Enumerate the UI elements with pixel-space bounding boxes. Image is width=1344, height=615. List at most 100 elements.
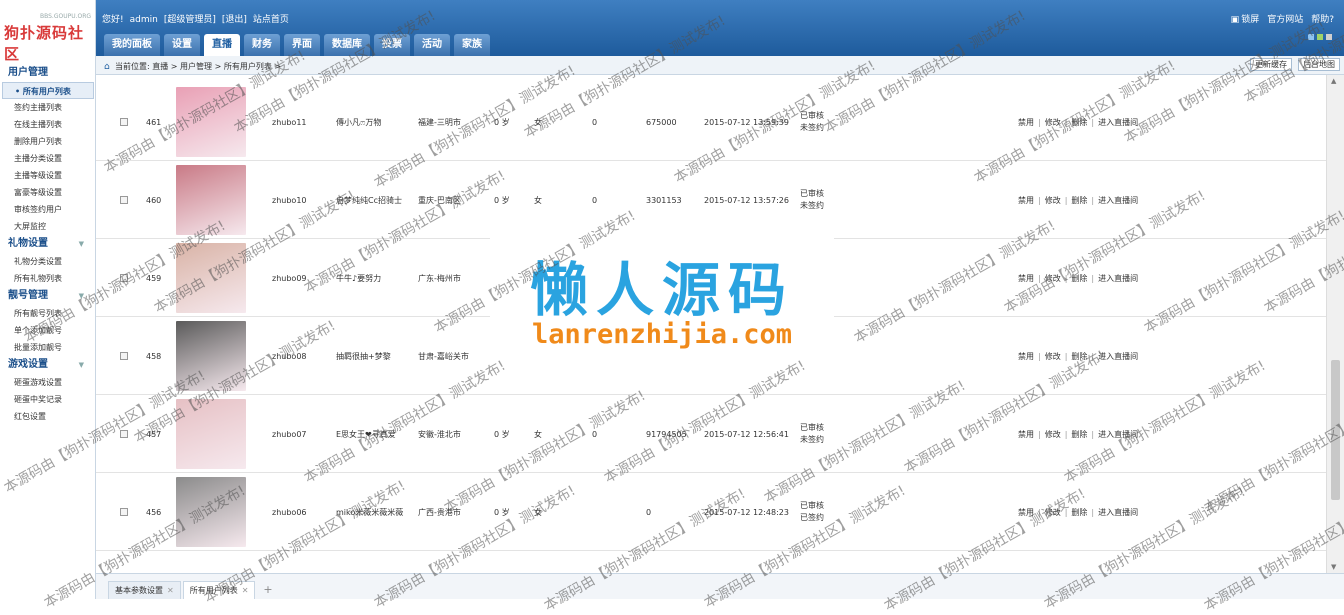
tab-vote[interactable]: 投票: [374, 34, 410, 56]
tab-database[interactable]: 数据库: [324, 34, 370, 56]
sidebar-item-gift-category[interactable]: 礼物分类设置: [0, 253, 96, 270]
edit-button[interactable]: 修改: [1045, 117, 1061, 128]
sidebar-item-all-users[interactable]: • 所有用户列表: [2, 82, 94, 99]
sidebar-item-rich-level[interactable]: 富豪等级设置: [0, 184, 96, 201]
vertical-scrollbar[interactable]: ▲ ▼: [1326, 75, 1344, 573]
lock-screen-link[interactable]: 锁屏: [1241, 15, 1259, 25]
official-site-link[interactable]: 官方网站: [1267, 15, 1303, 25]
separator: |: [1064, 351, 1068, 361]
logout-link[interactable]: [退出]: [222, 15, 247, 25]
tab-activity[interactable]: 活动: [414, 34, 450, 56]
sidebar-item-signed-anchors[interactable]: 签约主播列表: [0, 99, 96, 116]
gender: 女: [534, 195, 542, 205]
scroll-thumb[interactable]: [1331, 360, 1340, 500]
tab-settings[interactable]: 设置: [164, 34, 200, 56]
add-tab-icon[interactable]: +: [263, 581, 272, 599]
status-badge: 未签约: [800, 435, 824, 444]
tab-live[interactable]: 直播: [204, 34, 240, 56]
row-checkbox[interactable]: [120, 118, 128, 126]
row-checkbox[interactable]: [120, 274, 128, 282]
row-checkbox[interactable]: [120, 196, 128, 204]
sidebar-item-egg-records[interactable]: 砸蛋中奖记录: [0, 391, 96, 408]
menu-group-user[interactable]: 用户管理: [0, 64, 96, 82]
sidebar-item-add-vip-number[interactable]: 单个添加靓号: [0, 322, 96, 339]
edit-button[interactable]: 修改: [1045, 429, 1061, 440]
sidebar-item-review-signed[interactable]: 审核签约用户: [0, 201, 96, 218]
edit-button[interactable]: 修改: [1045, 351, 1061, 362]
ban-button[interactable]: 禁用: [1018, 117, 1034, 128]
sidebar-item-anchor-category[interactable]: 主播分类设置: [0, 150, 96, 167]
avatar[interactable]: [176, 87, 246, 157]
avatar[interactable]: [176, 243, 246, 313]
close-icon[interactable]: ✕: [242, 586, 249, 595]
ban-button[interactable]: 禁用: [1018, 429, 1034, 440]
ban-button[interactable]: 禁用: [1018, 273, 1034, 284]
delete-button[interactable]: 删除: [1071, 429, 1087, 440]
close-icon[interactable]: ✕: [167, 586, 174, 595]
row-checkbox-cell[interactable]: [120, 83, 128, 161]
bottom-tab-all-users[interactable]: 所有用户列表 ✕: [182, 581, 256, 599]
row-checkbox-cell[interactable]: [120, 239, 128, 317]
bottom-tab-basic-params[interactable]: 基本参数设置 ✕: [108, 581, 181, 599]
status-badge: 未签约: [800, 201, 824, 210]
sidebar-item-egg-game[interactable]: 砸蛋游戏设置: [0, 374, 96, 391]
row-checkbox[interactable]: [120, 508, 128, 516]
menu-group-gift[interactable]: 礼物设置 ▼: [0, 235, 96, 253]
row-checkbox-cell[interactable]: [120, 395, 128, 473]
avatar[interactable]: [176, 477, 246, 547]
scroll-up-icon[interactable]: ▲: [1331, 77, 1336, 85]
update-cache-button[interactable]: 更新缓存: [1250, 58, 1292, 71]
avatar-cell: [176, 239, 246, 317]
separator: |: [1064, 507, 1068, 517]
sidebar-item-online-anchors[interactable]: 在线主播列表: [0, 116, 96, 133]
skin-blue[interactable]: [1308, 34, 1314, 40]
status-badge: 已审核: [800, 423, 824, 432]
home-icon[interactable]: ⌂: [104, 62, 112, 72]
edit-button[interactable]: 修改: [1045, 195, 1061, 206]
enter-live-room-button[interactable]: 进入直播间: [1098, 429, 1138, 440]
row-actions: 禁用 | 修改 | 删除 | 进入直播间: [1018, 473, 1138, 551]
ban-button[interactable]: 禁用: [1018, 351, 1034, 362]
ban-button[interactable]: 禁用: [1018, 507, 1034, 518]
site-home-link[interactable]: 站点首页: [253, 15, 289, 25]
help-link[interactable]: 帮助?: [1311, 15, 1334, 25]
edit-button[interactable]: 修改: [1045, 273, 1061, 284]
sidebar-item-all-vip-numbers[interactable]: 所有靓号列表: [0, 305, 96, 322]
ban-button[interactable]: 禁用: [1018, 195, 1034, 206]
skin-gray[interactable]: [1326, 34, 1332, 40]
delete-button[interactable]: 删除: [1071, 273, 1087, 284]
row-checkbox[interactable]: [120, 352, 128, 360]
enter-live-room-button[interactable]: 进入直播间: [1098, 117, 1138, 128]
tab-my-panel[interactable]: 我的面板: [104, 34, 160, 56]
menu-group-game[interactable]: 游戏设置 ▼: [0, 356, 96, 374]
sidebar-item-deleted-users[interactable]: 删除用户列表: [0, 133, 96, 150]
sidebar-item-batch-add-vip[interactable]: 批量添加靓号: [0, 339, 96, 356]
avatar[interactable]: [176, 321, 246, 391]
enter-live-room-button[interactable]: 进入直播间: [1098, 507, 1138, 518]
skin-green[interactable]: [1317, 34, 1323, 40]
sidebar-item-big-screen[interactable]: 大屏监控: [0, 218, 96, 235]
avatar[interactable]: [176, 399, 246, 469]
tab-family[interactable]: 家族: [454, 34, 490, 56]
sidebar-item-anchor-level[interactable]: 主播等级设置: [0, 167, 96, 184]
edit-button[interactable]: 修改: [1045, 507, 1061, 518]
sidebar-item-red-packet[interactable]: 红包设置: [0, 408, 96, 425]
menu-group-vip-number[interactable]: 靓号管理 ▼: [0, 287, 96, 305]
row-checkbox-cell[interactable]: [120, 473, 128, 551]
delete-button[interactable]: 删除: [1071, 117, 1087, 128]
enter-live-room-button[interactable]: 进入直播间: [1098, 351, 1138, 362]
row-checkbox-cell[interactable]: [120, 317, 128, 395]
row-checkbox[interactable]: [120, 430, 128, 438]
tab-finance[interactable]: 财务: [244, 34, 280, 56]
backend-map-button[interactable]: 后台地图: [1298, 58, 1340, 71]
delete-button[interactable]: 删除: [1071, 507, 1087, 518]
delete-button[interactable]: 删除: [1071, 195, 1087, 206]
enter-live-room-button[interactable]: 进入直播间: [1098, 273, 1138, 284]
enter-live-room-button[interactable]: 进入直播间: [1098, 195, 1138, 206]
tab-interface[interactable]: 界面: [284, 34, 320, 56]
delete-button[interactable]: 删除: [1071, 351, 1087, 362]
avatar[interactable]: [176, 165, 246, 235]
sidebar-item-all-gifts[interactable]: 所有礼物列表: [0, 270, 96, 287]
row-checkbox-cell[interactable]: [120, 161, 128, 239]
scroll-down-icon[interactable]: ▼: [1331, 563, 1336, 571]
